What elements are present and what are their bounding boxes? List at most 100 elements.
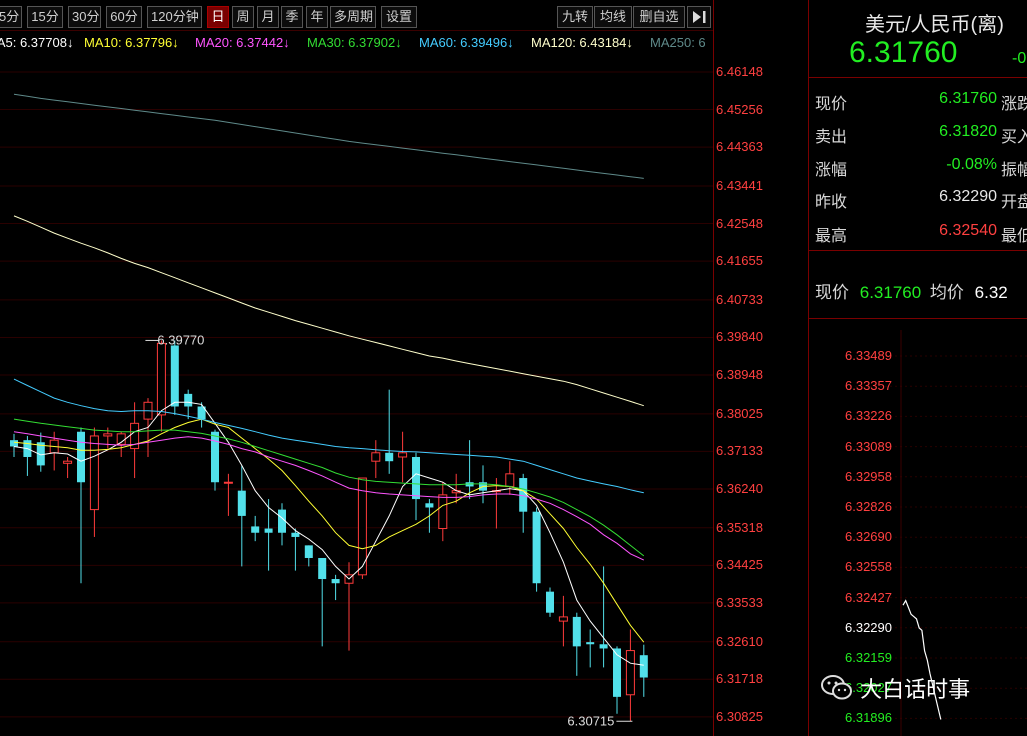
period-toolbar: 5分 15分 30分 60分 120分钟日周月季年多周期 设置 九转 均线 删自选	[0, 0, 713, 31]
candle	[251, 515, 260, 542]
candle	[291, 528, 300, 571]
period-tab[interactable]: 日	[207, 6, 229, 28]
price-axis: 6.46148 6.45256 6.44363 6.43441 6.42548 6.416…	[713, 0, 808, 736]
candle	[519, 473, 528, 533]
now-value: 6.31760	[859, 283, 922, 302]
candle-body	[546, 591, 554, 613]
price-tick-label: 6.43441	[716, 177, 763, 193]
ma-legend: MA5: 6.37708↓ MA10: 6.37796↓ MA20: 6.37442…	[0, 33, 713, 53]
watermark: 大白话时事	[820, 672, 1020, 708]
candle	[412, 452, 420, 521]
wechat-icon	[821, 675, 852, 700]
divider	[809, 77, 1027, 78]
candle-body	[371, 452, 381, 462]
candle	[505, 461, 515, 495]
candle-body	[599, 644, 608, 649]
period-tab[interactable]: 周	[232, 6, 254, 28]
price-tick-label: 6.41655	[716, 253, 763, 269]
divider	[809, 318, 1027, 319]
period-tab[interactable]: 5分	[0, 6, 22, 28]
candle-body	[264, 528, 273, 533]
high-marker-label: 6.39770	[157, 332, 204, 347]
period-tab[interactable]: 季	[281, 6, 303, 28]
candle-body	[572, 616, 581, 647]
ma-legend-item: MA60: 6.39496↓	[419, 35, 514, 50]
price-tick-label: 6.44363	[716, 139, 763, 155]
current-price: 6.31760	[849, 36, 958, 69]
candle-body	[586, 642, 595, 645]
candle	[23, 435, 32, 476]
price-tick-label: 6.31718	[716, 671, 763, 687]
now-price-row: 现价 6.31760 均价 6.32	[815, 278, 1008, 303]
candle	[599, 566, 608, 668]
collapse-right-icon[interactable]	[687, 6, 711, 28]
candle	[532, 507, 541, 592]
ma-line-ma5	[13, 401, 644, 666]
avg-label: 均价	[929, 283, 964, 302]
candle-body	[237, 490, 246, 516]
intraday-tick-label: 6.32690	[845, 529, 892, 545]
candle-body	[156, 342, 166, 416]
period-tab[interactable]: 设置	[381, 6, 417, 28]
quote-extra-label: 涨跌	[1001, 96, 1027, 113]
candle-body	[77, 431, 85, 483]
candle	[36, 432, 45, 472]
candle-body	[251, 526, 260, 533]
candle	[10, 433, 18, 457]
tool-button[interactable]: 均线	[594, 6, 632, 28]
candle	[77, 427, 85, 584]
candle	[237, 465, 246, 567]
period-tab[interactable]: 30分	[68, 6, 101, 28]
candle	[586, 629, 595, 668]
price-tick-label: 6.45256	[716, 101, 763, 117]
ma-line-ma30	[13, 418, 645, 557]
quote-value: 6.32540	[939, 222, 997, 239]
ma-legend-item: MA10: 6.37796↓	[84, 35, 179, 50]
price-tick-label: 6.33533	[716, 594, 763, 610]
price-tick-label: 6.34425	[716, 557, 763, 573]
candle	[639, 644, 648, 697]
watermark-text: 大白话时事	[860, 677, 971, 702]
price-change: -0	[1012, 50, 1027, 67]
quote-extra-label: 最低	[1001, 228, 1027, 245]
candle	[371, 440, 381, 479]
kline-chart[interactable]: 6.39770 6.30715	[0, 53, 713, 736]
tool-button[interactable]: 删自选	[633, 6, 685, 28]
price-tick-label: 6.35318	[716, 519, 763, 535]
ma-legend-item: MA30: 6.37902↓	[307, 35, 402, 50]
quote-value: 6.31760	[939, 90, 997, 107]
candle	[344, 562, 354, 651]
candle	[331, 574, 340, 601]
ma-legend-item: MA250: 6	[650, 35, 706, 50]
candle-body	[184, 393, 193, 407]
candle	[438, 482, 448, 542]
period-tab[interactable]: 120分钟	[147, 6, 202, 28]
candle	[558, 595, 568, 647]
period-tab[interactable]: 15分	[27, 6, 63, 28]
quote-label: 最高	[815, 228, 848, 245]
period-tab[interactable]: 多周期	[330, 6, 376, 28]
period-tab[interactable]: 60分	[106, 6, 142, 28]
quote-panel: 美元/人民币(离) 6.31760 -0 现价 6.31760 涨跌 卖出 6.3182…	[808, 0, 1027, 736]
price-tick-label: 6.36240	[716, 480, 763, 496]
intraday-tick-label: 6.32558	[845, 559, 892, 575]
candle-body	[318, 557, 327, 580]
intraday-tick-label: 6.32290	[845, 619, 892, 635]
candle	[465, 440, 474, 500]
price-tick-label: 6.30825	[716, 708, 763, 724]
candle-body	[438, 494, 448, 530]
intraday-tick-label: 6.33357	[845, 378, 892, 394]
avg-value: 6.32	[974, 283, 1008, 302]
candle	[357, 477, 367, 580]
period-tab[interactable]: 年	[306, 6, 328, 28]
instrument-title: 美元/人民币(离)	[865, 14, 1004, 36]
candle-body	[532, 511, 541, 584]
period-tab[interactable]: 月	[257, 6, 279, 28]
price-tick-label: 6.39840	[716, 329, 763, 345]
price-tick-label: 6.38025	[716, 405, 763, 421]
tool-button[interactable]: 九转	[557, 6, 593, 28]
quote-label: 卖出	[815, 129, 848, 146]
intraday-tick-label: 6.33489	[845, 348, 892, 363]
now-label: 现价	[815, 283, 849, 302]
quote-label: 涨幅	[815, 162, 848, 179]
